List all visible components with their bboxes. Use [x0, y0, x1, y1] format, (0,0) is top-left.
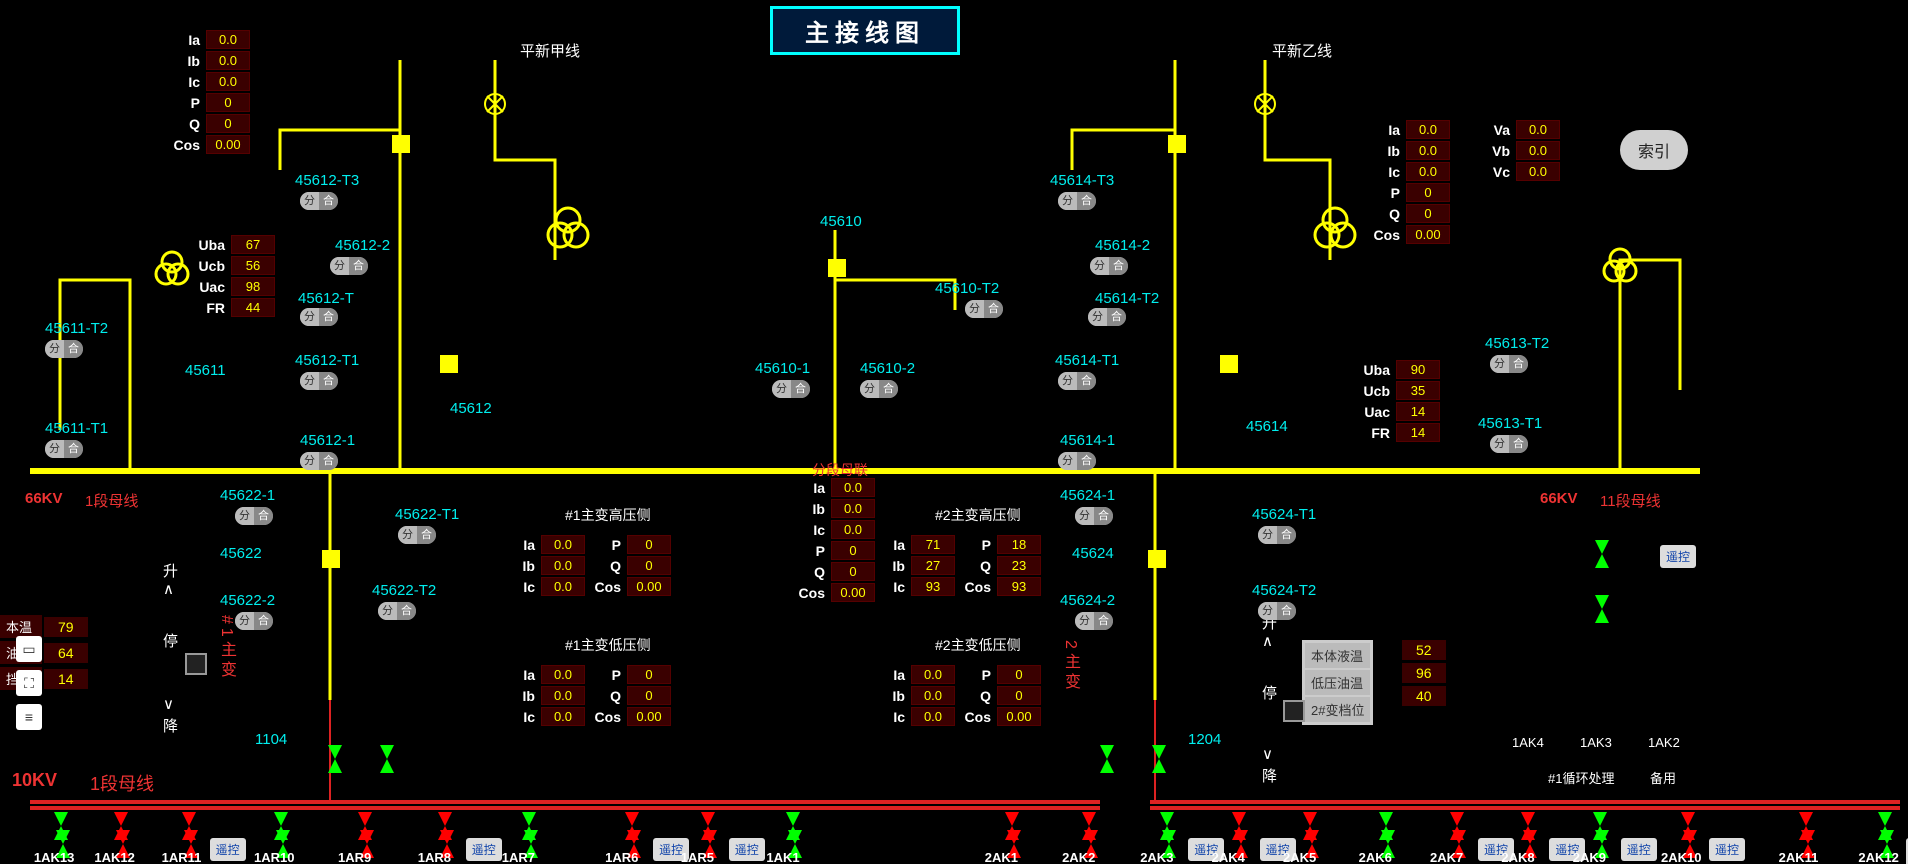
feeder-label: 1AR8: [418, 850, 451, 864]
feeder-label: 1AR9: [338, 850, 371, 864]
feeder-label: 2AK7: [1430, 850, 1463, 864]
feeder-label: 1AK13: [34, 850, 74, 864]
feeder-label: 1AK12: [94, 850, 134, 864]
feeder-label: 2AK2: [1062, 850, 1095, 864]
feeder-label: 1AR11: [162, 850, 202, 864]
feeder-label: 2AK8: [1501, 850, 1534, 864]
feeder-label: 1AR10: [254, 850, 294, 864]
feeder-label: 2AK9: [1573, 850, 1606, 864]
feeder-label: 1AR7: [502, 850, 535, 864]
feeder-label: 2AK12: [1858, 850, 1898, 864]
feeder-label: 1AK1: [766, 850, 799, 864]
feeder-label: 2AK3: [1140, 850, 1173, 864]
feeder-label: 2AK10: [1661, 850, 1701, 864]
feeder-label: 2AK6: [1359, 850, 1392, 864]
feeder-label: 1AR5: [681, 850, 714, 864]
feeder-label: 2AK4: [1212, 850, 1245, 864]
feeder-label: 2AK11: [1779, 850, 1819, 864]
feeder-label: 1AR6: [605, 850, 638, 864]
feeder-label: 2AK1: [985, 850, 1018, 864]
feeder-label: 2AK5: [1283, 850, 1316, 864]
